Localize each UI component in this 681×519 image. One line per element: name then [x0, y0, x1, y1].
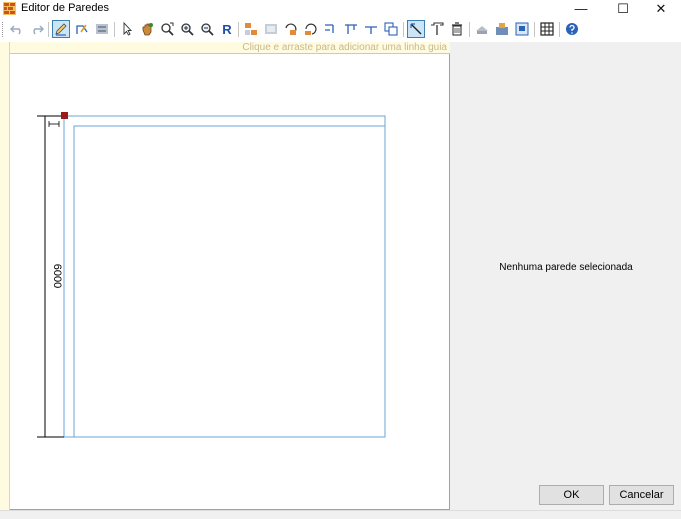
toolbar-separator: [559, 22, 560, 37]
roof-button[interactable]: [473, 20, 491, 38]
pan-button[interactable]: [138, 20, 156, 38]
undo-button[interactable]: [8, 20, 26, 38]
align-bottom-icon: [365, 26, 377, 34]
hand-icon: [142, 23, 153, 36]
toolbar-separator: [114, 22, 115, 37]
redraw-icon: R: [222, 21, 232, 37]
toolbar-grip[interactable]: [2, 22, 5, 37]
join-icon: [265, 24, 277, 34]
align-left-button[interactable]: [322, 20, 340, 38]
toolbar-separator: [403, 22, 404, 37]
ok-button[interactable]: OK: [539, 485, 604, 505]
dimension-button[interactable]: [407, 20, 425, 38]
align-left-icon: [325, 24, 334, 33]
grid-button[interactable]: [538, 20, 556, 38]
floor-plan[interactable]: 6000: [0, 42, 450, 510]
wall-editor-app-icon: [3, 2, 16, 15]
toolbar-separator: [48, 22, 49, 37]
wall-start-handle[interactable]: [61, 112, 68, 119]
properties-icon: [96, 24, 108, 34]
import-button[interactable]: [493, 20, 511, 38]
zoom-out-button[interactable]: [198, 20, 216, 38]
rotate-icon: [285, 23, 297, 35]
trash-icon: [452, 22, 462, 36]
close-button[interactable]: ✕: [640, 0, 681, 17]
toolbar-separator: [469, 22, 470, 37]
mirror-button[interactable]: [302, 20, 320, 38]
drawing-canvas[interactable]: Clique e arraste para adicionar uma linh…: [0, 42, 450, 510]
title-bar: Editor de Paredes — ☐ ✕: [0, 0, 681, 17]
dimension-icon: [410, 23, 422, 35]
rotate-button[interactable]: [282, 20, 300, 38]
join-wall-button[interactable]: [262, 20, 280, 38]
help-button[interactable]: [563, 20, 581, 38]
zoom-window-icon: [161, 22, 174, 36]
zoom-window-button[interactable]: [158, 20, 176, 38]
measure-button[interactable]: [428, 20, 446, 38]
zoom-out-icon: [201, 23, 214, 36]
toolbar: R: [0, 17, 681, 42]
align-top-icon: [345, 24, 357, 34]
mirror-icon: [305, 23, 317, 35]
close-icon: ✕: [655, 0, 667, 16]
minimize-button[interactable]: —: [560, 0, 602, 17]
toolbar-separator: [534, 22, 535, 37]
zoom-in-button[interactable]: [178, 20, 196, 38]
copy-icon: [384, 22, 398, 36]
dimension-label: 6000: [51, 264, 63, 288]
delete-button[interactable]: [448, 20, 466, 38]
import-icon: [496, 23, 508, 35]
help-icon: [566, 23, 578, 35]
draw-polyline-button[interactable]: [73, 20, 91, 38]
maximize-icon: ☐: [617, 0, 629, 16]
pencil-icon: [55, 23, 67, 36]
status-bar: [0, 510, 681, 519]
maximize-button[interactable]: ☐: [602, 0, 644, 17]
measure-icon: [431, 22, 444, 35]
window-title: Editor de Paredes: [21, 2, 110, 14]
pointer-icon: [123, 22, 133, 36]
draw-wall-button[interactable]: [52, 20, 70, 38]
wall-properties-button[interactable]: [93, 20, 111, 38]
wall-properties-panel: Nenhuma parede selecionada OK Cancelar: [451, 42, 681, 510]
view-icon: [515, 22, 529, 36]
cancel-button[interactable]: Cancelar: [609, 485, 674, 505]
align-bottom-button[interactable]: [362, 20, 380, 38]
split-wall-button[interactable]: [242, 20, 260, 38]
undo-icon: [10, 25, 21, 35]
redraw-button[interactable]: R: [218, 20, 236, 38]
polyline-icon: [76, 24, 88, 34]
roof-icon: [476, 26, 488, 34]
wall-inner[interactable]: [73, 125, 386, 438]
select-button[interactable]: [118, 20, 136, 38]
redo-button[interactable]: [28, 20, 46, 38]
minimize-icon: —: [574, 1, 588, 16]
wall-outer[interactable]: [63, 115, 386, 438]
copy-button[interactable]: [382, 20, 400, 38]
zoom-in-icon: [181, 23, 194, 36]
grid-icon: [540, 22, 554, 36]
toolbar-separator: [238, 22, 239, 37]
view-3d-button[interactable]: [513, 20, 531, 38]
align-top-button[interactable]: [342, 20, 360, 38]
redo-icon: [33, 25, 44, 35]
split-icon: [245, 23, 257, 35]
no-selection-message: Nenhuma parede selecionada: [499, 262, 633, 273]
